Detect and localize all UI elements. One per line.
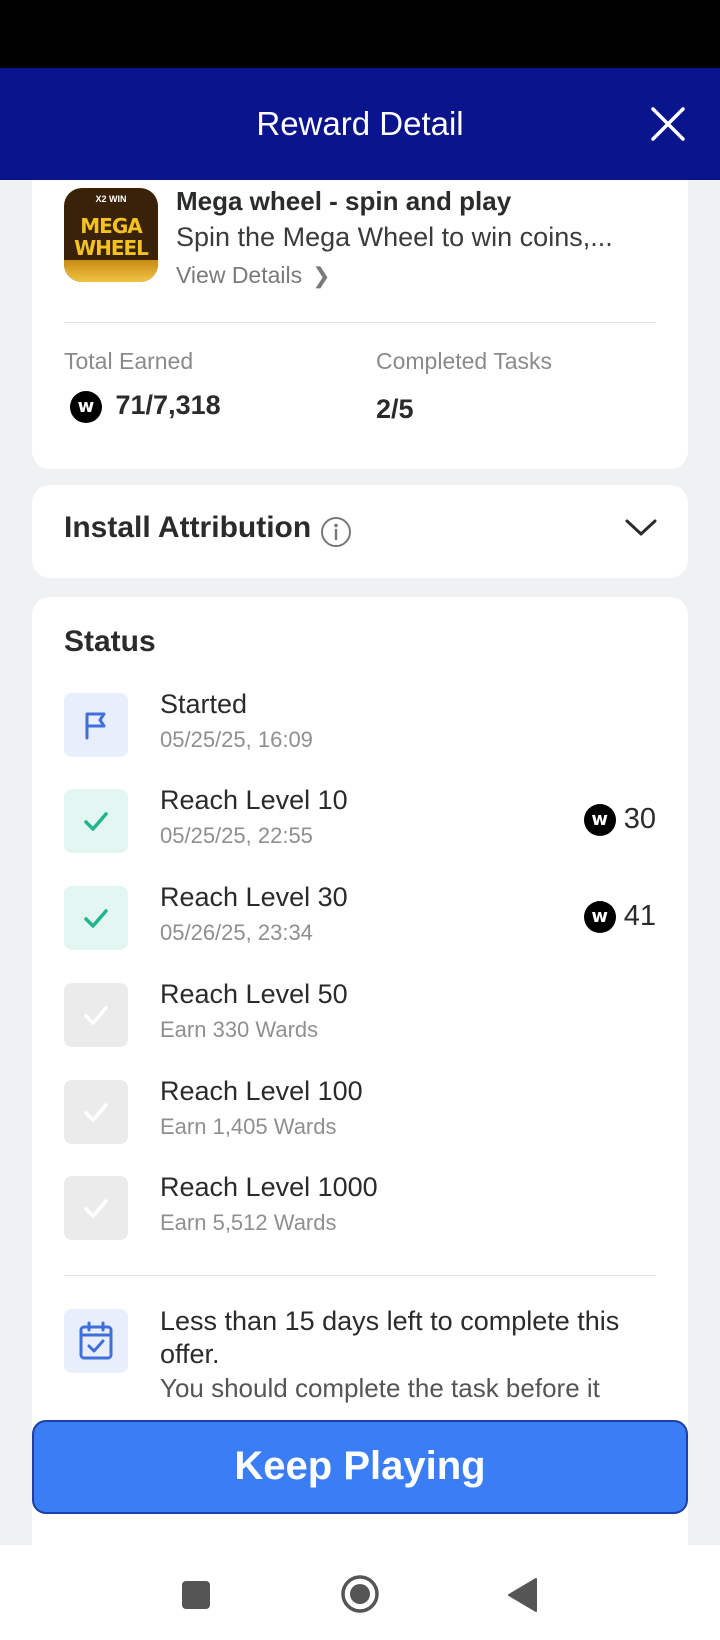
app-description: Spin the Mega Wheel to win coins,...: [176, 222, 613, 252]
status-item-sub: Earn 1,405 Wards: [160, 1114, 337, 1139]
status-row-level-100: Reach Level 100 Earn 1,405 Wards: [64, 1076, 656, 1144]
check-icon: [84, 909, 108, 928]
info-icon[interactable]: [320, 516, 352, 548]
check-box: [64, 789, 128, 853]
status-row-level-50: Reach Level 50 Earn 330 Wards: [64, 979, 656, 1047]
app-icon-badge: X2 WIN: [95, 194, 127, 204]
install-attribution-title: Install Attribution: [64, 511, 312, 544]
check-box: [64, 1176, 128, 1240]
app-icon-text-2: WHEEL: [74, 236, 149, 260]
flag-box: [64, 693, 128, 757]
total-earned-value: w 71/7,318: [70, 390, 221, 423]
offer-card: X2 WIN MEGA WHEEL Mega wheel - spin and …: [32, 180, 688, 469]
status-item-reward: w 30: [583, 803, 656, 836]
status-bar: [0, 0, 720, 68]
close-icon[interactable]: [650, 106, 686, 142]
content-scroll[interactable]: X2 WIN MEGA WHEEL Mega wheel - spin and …: [0, 180, 720, 1545]
check-box: [64, 1080, 128, 1144]
system-nav-bar: [0, 1545, 720, 1640]
app-name: Mega wheel - spin and play: [176, 186, 512, 216]
reward-amount: 30: [623, 803, 656, 835]
divider: [64, 322, 656, 323]
reward-amount: 41: [623, 900, 656, 932]
status-item-title: Reach Level 30: [160, 882, 348, 912]
check-icon: [84, 1006, 108, 1025]
status-title: Status: [64, 625, 156, 658]
check-icon: [84, 812, 108, 831]
ward-coin-icon: w: [70, 390, 102, 423]
total-earned-amount: 71/7,318: [115, 390, 221, 420]
chevron-down-icon[interactable]: [624, 517, 658, 539]
flag-icon: [85, 712, 106, 740]
back-icon[interactable]: [506, 1577, 538, 1613]
coins-graphic: [64, 260, 158, 282]
status-row-level-30: Reach Level 30 05/26/25, 23:34 w 41: [64, 882, 656, 950]
recent-apps-icon[interactable]: [182, 1581, 210, 1609]
completed-tasks-label: Completed Tasks: [376, 348, 552, 374]
app-icon-text-1: MEGA: [80, 214, 142, 238]
home-icon[interactable]: [340, 1574, 380, 1614]
check-icon: [84, 1103, 108, 1122]
view-details-label: View Details: [176, 262, 303, 288]
calendar-box: [64, 1309, 128, 1373]
status-item-sub: Earn 330 Wards: [160, 1017, 319, 1042]
app-icon[interactable]: X2 WIN MEGA WHEEL: [64, 188, 158, 282]
status-item-title: Reach Level 50: [160, 979, 348, 1009]
deadline-subtext: You should complete the task before it: [160, 1373, 600, 1403]
ward-coin-icon: w: [583, 804, 616, 836]
app-bar: Reward Detail: [0, 68, 720, 180]
page-title: Reward Detail: [256, 105, 464, 142]
next-card: [32, 1520, 688, 1545]
check-icon: [84, 1199, 108, 1218]
completed-tasks-value: 2/5: [376, 394, 414, 424]
status-item-date: 05/25/25, 22:55: [160, 823, 313, 848]
check-box: [64, 886, 128, 950]
deadline-text: Less than 15 days left to complete this …: [160, 1306, 620, 1369]
check-box: [64, 983, 128, 1047]
status-row-level-1000: Reach Level 1000 Earn 5,512 Wards: [64, 1172, 656, 1240]
status-row-level-10: Reach Level 10 05/25/25, 22:55 w 30: [64, 785, 656, 853]
status-item-reward: w 41: [583, 900, 656, 933]
status-row-started: Started 05/25/25, 16:09: [64, 689, 656, 757]
status-item-title: Reach Level 10: [160, 785, 348, 815]
status-item-title: Started: [160, 689, 248, 719]
install-attribution-card[interactable]: Install Attribution: [32, 485, 688, 578]
status-item-date: 05/26/25, 23:34: [160, 920, 313, 945]
status-item-sub: Earn 5,512 Wards: [160, 1210, 337, 1235]
status-item-title: Reach Level 1000: [160, 1172, 378, 1202]
total-earned-label: Total Earned: [64, 348, 194, 374]
ward-coin-icon: w: [583, 901, 616, 933]
view-details-link[interactable]: View Details ❯: [176, 262, 331, 289]
keep-playing-button[interactable]: Keep Playing: [32, 1420, 688, 1514]
status-item-title: Reach Level 100: [160, 1076, 363, 1106]
status-item-date: 05/25/25, 16:09: [160, 727, 313, 752]
divider: [64, 1275, 656, 1276]
status-card: Status Started 05/25/25, 16:09 Reach Lev…: [32, 597, 688, 1545]
chevron-right-icon: ❯: [312, 263, 331, 288]
calendar-check-icon: [79, 1321, 113, 1360]
